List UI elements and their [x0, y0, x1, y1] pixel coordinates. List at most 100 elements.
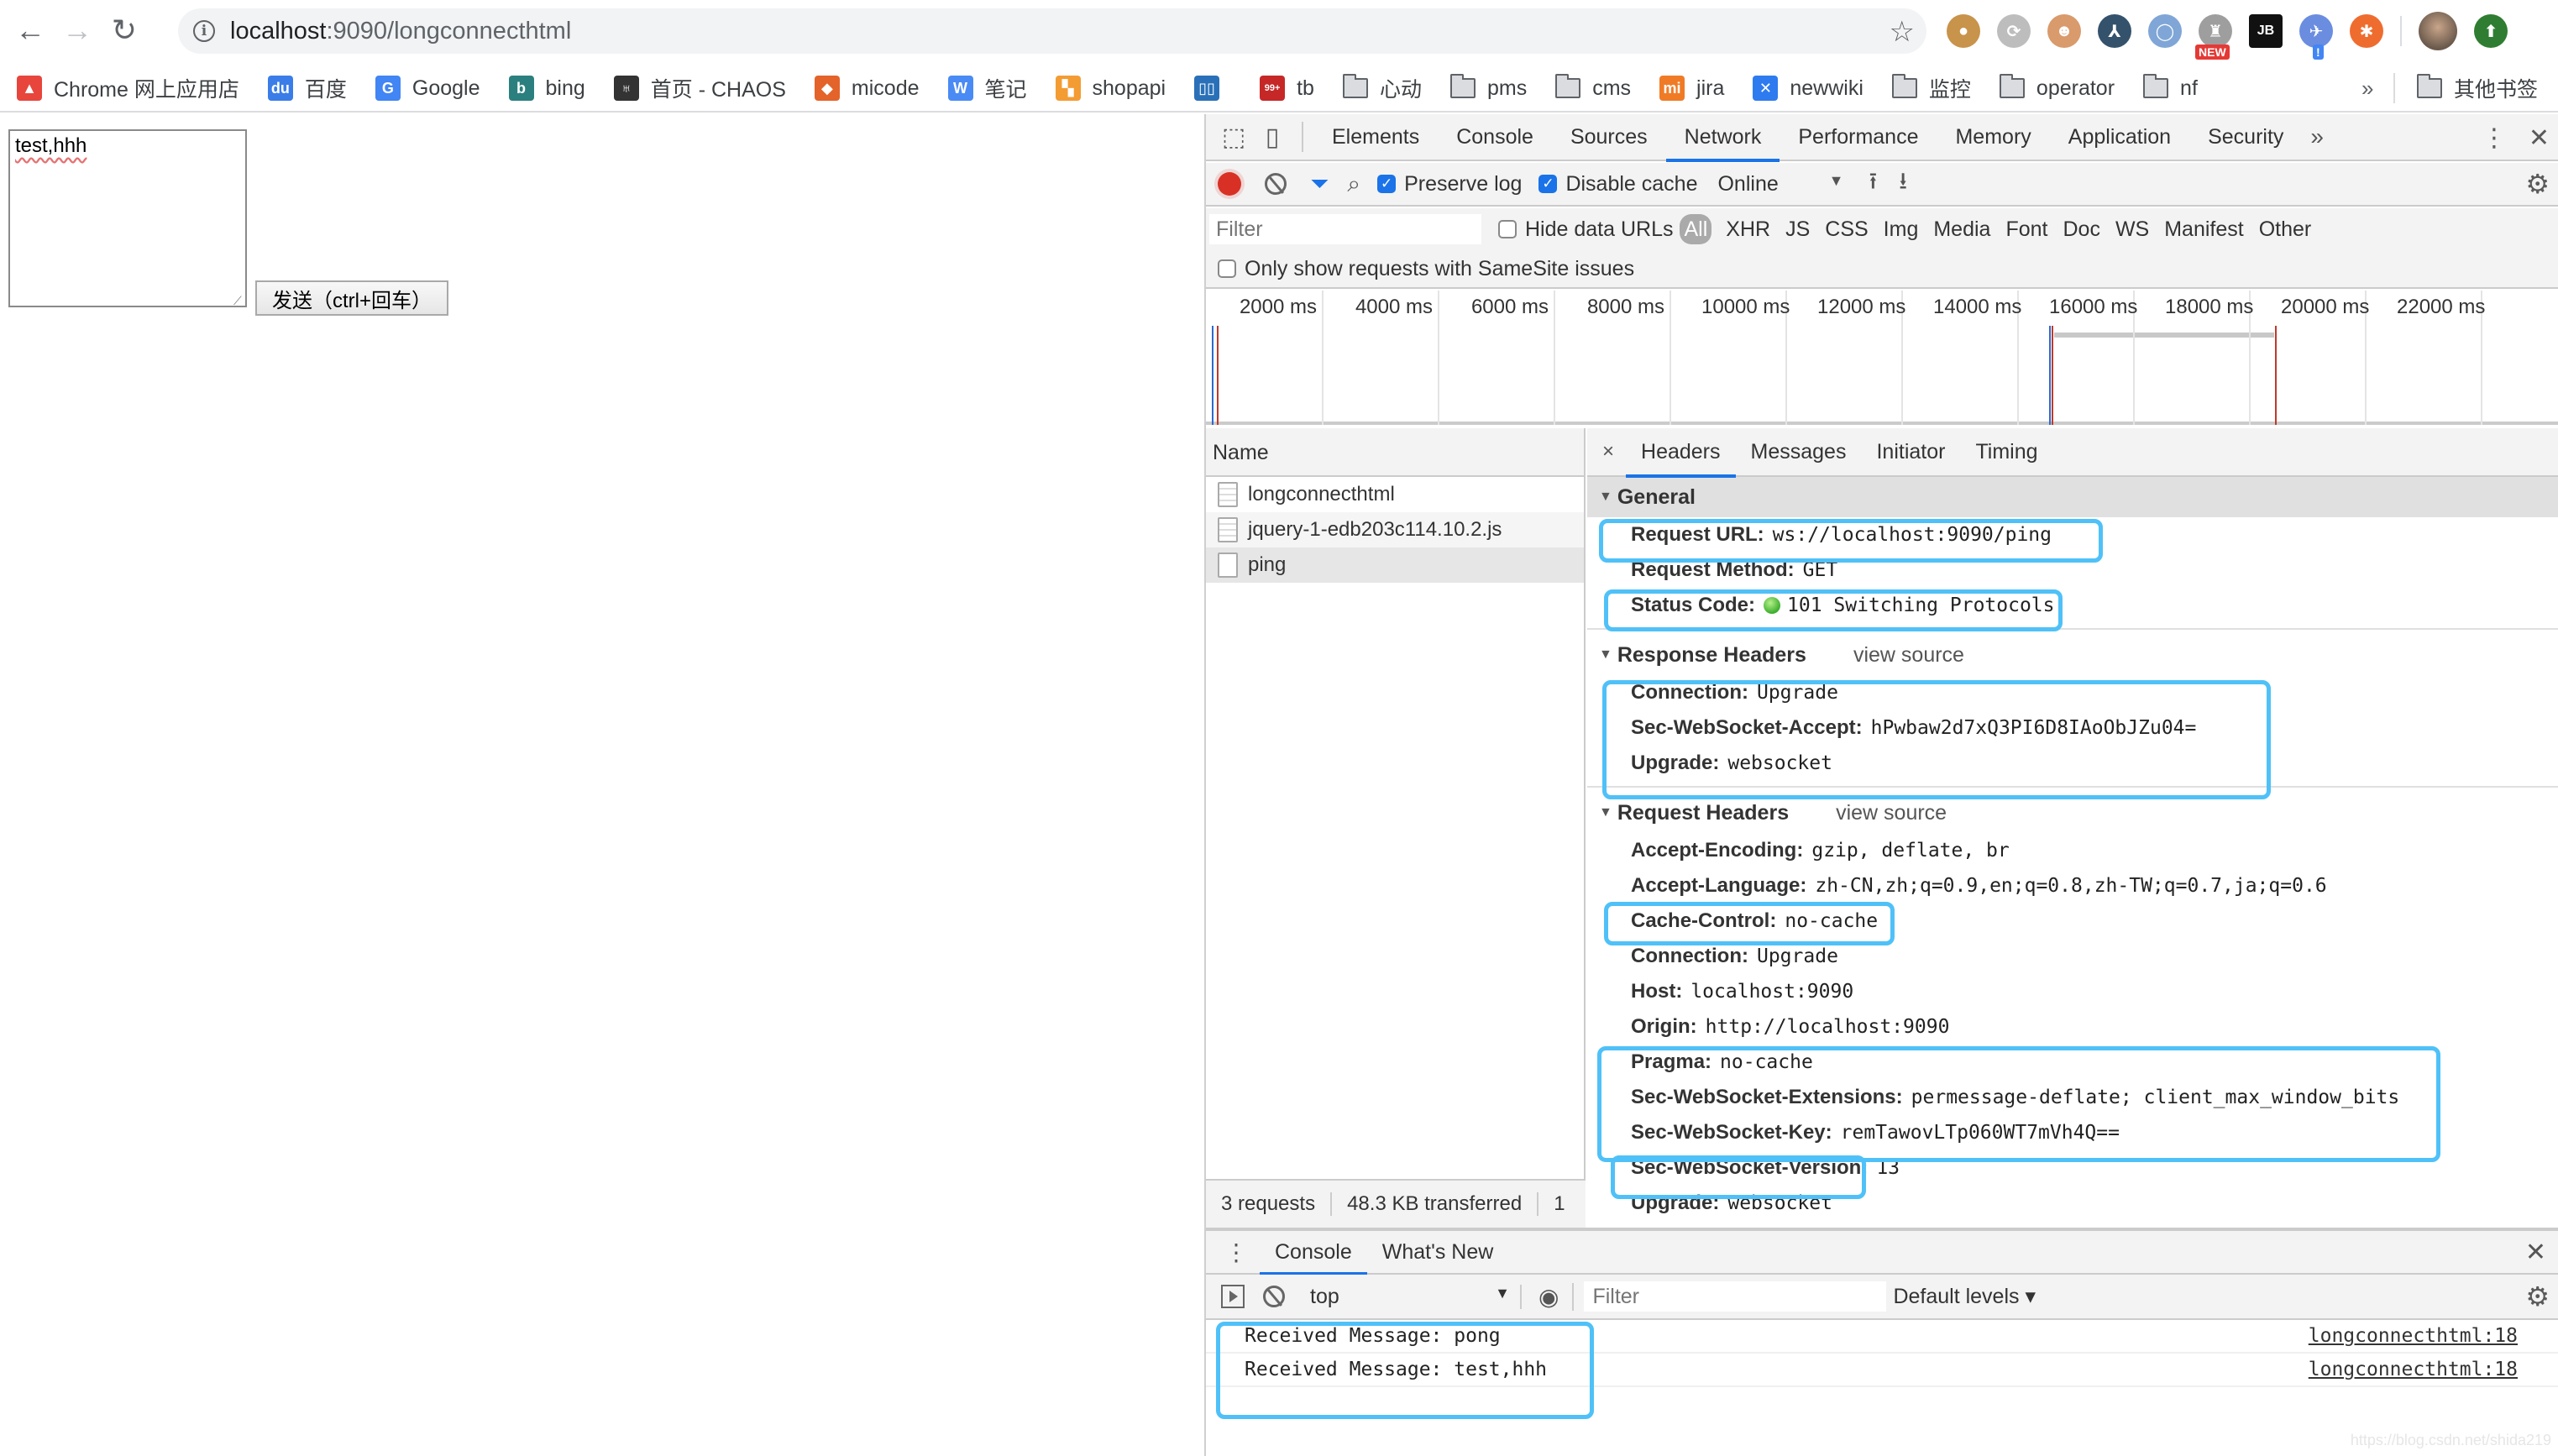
inspect-element-icon[interactable]: ⬚ [1214, 118, 1253, 156]
bookmark-百度[interactable]: du 百度 [267, 73, 347, 103]
bookmark-笔记[interactable]: W 笔记 [947, 73, 1027, 103]
type-filter-media[interactable]: Media [1926, 217, 1998, 242]
reload-button[interactable]: ↻ [101, 7, 148, 54]
message-textarea[interactable] [8, 129, 247, 307]
back-button[interactable]: ← [7, 7, 54, 54]
drawer-menu-icon[interactable]: ⋮ [1206, 1239, 1260, 1266]
cookie-extension-icon[interactable]: ● [1947, 14, 1980, 48]
tab-network[interactable]: Network [1665, 113, 1780, 162]
request-row[interactable]: ping [1206, 547, 1584, 583]
clear-console-icon[interactable] [1263, 1286, 1285, 1307]
console-source-link[interactable]: longconnecthtml:18 [2309, 1325, 2518, 1347]
detail-tab-initiator[interactable]: Initiator [1861, 428, 1960, 476]
site-info-icon[interactable]: i [193, 20, 215, 42]
close-devtools-icon[interactable]: ✕ [2529, 123, 2550, 153]
live-expression-eye-icon[interactable]: ◉ [1538, 1282, 1575, 1311]
detail-tab-headers[interactable]: Headers [1626, 428, 1736, 478]
device-toolbar-icon[interactable]: ▯ [1253, 118, 1292, 156]
filter-icon[interactable]: ⏷ [1310, 170, 1329, 198]
hide-data-urls-checkbox[interactable]: Hide data URLs [1498, 217, 1673, 242]
bookmark-Chrome 网上应用店[interactable]: ▲ Chrome 网上应用店 [17, 73, 239, 103]
detail-tab-messages[interactable]: Messages [1736, 428, 1862, 476]
ring-extension-icon[interactable]: ◯ [2148, 14, 2182, 48]
bookmarks-overflow-button[interactable]: » [2361, 76, 2373, 102]
type-filter-font[interactable]: Font [1998, 217, 2055, 242]
other-bookmarks-folder[interactable]: 其他书签 [2417, 73, 2538, 103]
drawer-tab-what-s-new[interactable]: What's New [1367, 1230, 1509, 1274]
network-settings-gear-icon[interactable]: ⚙ [2525, 168, 2550, 200]
more-tabs-button[interactable]: » [2302, 123, 2332, 150]
network-filter-input[interactable] [1209, 214, 1481, 244]
log-levels-dropdown[interactable]: Default levels ▾ [1893, 1284, 2036, 1309]
bookmark-newwiki[interactable]: ✕ newwiki [1753, 76, 1863, 101]
kebab-menu-icon[interactable]: ⋮ [2482, 123, 2507, 153]
view-source-link[interactable]: view source [1836, 801, 1947, 825]
bird-extension-icon[interactable]: ✈! [2299, 14, 2333, 60]
update-chrome-icon[interactable]: ⬆ [2474, 14, 2508, 48]
type-filter-css[interactable]: CSS [1817, 217, 1875, 242]
name-column-header[interactable]: Name [1206, 428, 1584, 477]
send-button[interactable]: 发送（ctrl+回车） [255, 280, 448, 316]
git-extension-icon[interactable]: ⅄ [2098, 14, 2131, 48]
postman-extension-icon[interactable]: ✱ [2350, 14, 2383, 48]
bookmark-nf[interactable]: nf [2143, 74, 2198, 101]
type-filter-js[interactable]: JS [1778, 217, 1817, 242]
type-filter-doc[interactable]: Doc [2055, 217, 2107, 242]
search-icon[interactable]: ⌕ [1347, 170, 1360, 198]
samesite-checkbox[interactable]: Only show requests with SameSite issues [1218, 257, 1634, 281]
console-settings-gear-icon[interactable]: ⚙ [2525, 1281, 2550, 1312]
type-filter-ws[interactable]: WS [2108, 217, 2157, 242]
bookmark-pms[interactable]: pms [1449, 74, 1527, 101]
bookmark-bing[interactable]: b bing [508, 76, 585, 101]
type-filter-img[interactable]: Img [1876, 217, 1926, 242]
bookmark-jira[interactable]: mi jira [1659, 76, 1724, 101]
bookmark-star-icon[interactable]: ☆ [1890, 15, 1915, 49]
address-bar[interactable]: i localhost:9090/longconnecthtml ☆ [178, 8, 1926, 54]
detail-tab-timing[interactable]: Timing [1960, 428, 2052, 476]
network-overview-timeline[interactable]: 2000 ms 4000 ms 6000 ms 8000 ms 10000 ms 1200… [1206, 291, 2558, 425]
close-drawer-icon[interactable]: ✕ [2525, 1238, 2546, 1267]
request-headers-section-header[interactable]: ▼ Request Headers view source [1587, 793, 2558, 833]
tab-sources[interactable]: Sources [1552, 113, 1666, 160]
request-row[interactable]: jquery-1-edb203c114.10.2.js [1206, 512, 1584, 547]
tab-security[interactable]: Security [2189, 113, 2302, 160]
close-detail-icon[interactable]: × [1587, 440, 1626, 464]
resize-grip-icon[interactable]: ⟋ [233, 294, 245, 307]
type-filter-xhr[interactable]: XHR [1718, 217, 1778, 242]
response-headers-section-header[interactable]: ▼ Response Headers view source [1587, 635, 2558, 675]
sync-extension-icon[interactable]: ⟳ [1997, 14, 2031, 48]
general-section-header[interactable]: ▼ General [1587, 477, 2558, 517]
tab-console[interactable]: Console [1438, 113, 1552, 160]
bookmark-operator[interactable]: operator [1999, 74, 2115, 101]
disable-cache-checkbox[interactable]: ✓ Disable cache [1538, 172, 1697, 196]
bookmark-trello[interactable]: ▯▯ [1194, 76, 1231, 101]
console-filter-input[interactable] [1584, 1281, 1887, 1312]
record-button[interactable] [1218, 172, 1241, 196]
bookmark-首页 - CHAOS[interactable]: ♅ 首页 - CHAOS [613, 73, 786, 103]
preserve-log-checkbox[interactable]: ✓ Preserve log [1377, 172, 1522, 196]
tab-performance[interactable]: Performance [1780, 113, 1937, 160]
bookmark-心动[interactable]: 心动 [1342, 73, 1422, 103]
type-filter-other[interactable]: Other [2251, 217, 2319, 242]
bookmark-Google[interactable]: G Google [375, 76, 480, 101]
throttling-select[interactable]: Online ▼ [1717, 172, 1843, 196]
show-sidebar-icon[interactable] [1221, 1285, 1245, 1308]
clear-icon[interactable] [1265, 173, 1287, 195]
import-har-icon[interactable]: ⭱ [1869, 164, 1877, 204]
brain-extension-icon[interactable]: ☻ [2047, 14, 2081, 48]
tab-memory[interactable]: Memory [1937, 113, 2049, 160]
jetbrains-extension-icon[interactable]: JB [2249, 14, 2283, 48]
profile-avatar[interactable] [2419, 12, 2457, 50]
bookmark-shopapi[interactable]: ▚ shopapi [1055, 76, 1166, 101]
export-har-icon[interactable]: ⭳ [1899, 164, 1907, 204]
bookmark-cms[interactable]: cms [1555, 74, 1631, 101]
request-row[interactable]: longconnecthtml [1206, 477, 1584, 512]
drawer-tab-console[interactable]: Console [1260, 1230, 1367, 1275]
url-text[interactable]: localhost:9090/longconnecthtml [230, 18, 571, 45]
forward-button[interactable]: → [54, 7, 101, 54]
tab-elements[interactable]: Elements [1313, 113, 1438, 160]
type-filter-manifest[interactable]: Manifest [2157, 217, 2251, 242]
bookmark-micode[interactable]: ◆ micode [814, 76, 920, 101]
robot-extension-icon[interactable]: ♜ NEW [2195, 14, 2232, 60]
bookmark-tb[interactable]: 99+ tb [1260, 76, 1314, 101]
